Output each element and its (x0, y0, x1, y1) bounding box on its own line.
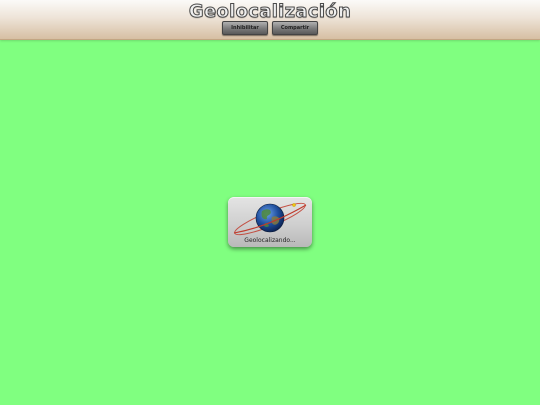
loader-label: Geolocalizando... (244, 237, 296, 244)
page: Geolocalización Inhibilitar Compartir Ge… (0, 0, 540, 405)
globe-orbit-icon (233, 202, 307, 236)
header-button-group: Inhibilitar Compartir (0, 21, 540, 35)
page-title: Geolocalización (188, 1, 352, 23)
header-bar: Geolocalización Inhibilitar Compartir (0, 0, 540, 40)
share-button[interactable]: Compartir (272, 21, 318, 35)
inhibit-button[interactable]: Inhibilitar (222, 21, 268, 35)
geolocating-dialog: Geolocalizando... (228, 197, 312, 247)
